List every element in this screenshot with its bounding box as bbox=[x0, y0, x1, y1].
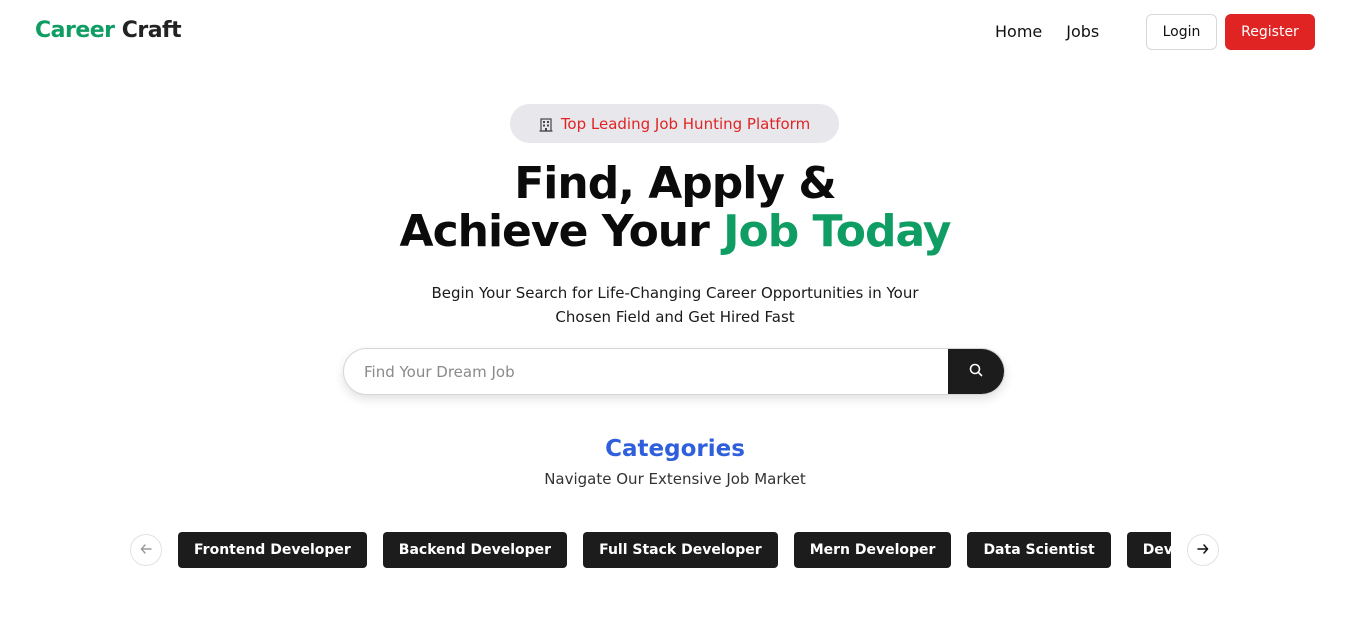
login-button[interactable]: Login bbox=[1146, 14, 1217, 50]
hero-subtitle-line1: Begin Your Search for Life-Changing Care… bbox=[431, 284, 919, 302]
category-chip[interactable]: Backend Developer bbox=[382, 532, 568, 568]
navbar: Career Craft Home Jobs Login Register bbox=[0, 0, 1350, 64]
hero-title: Find, Apply & Achieve Your Job Today bbox=[0, 160, 1350, 256]
category-chip[interactable]: Full Stack Developer bbox=[583, 532, 778, 568]
arrow-left-icon bbox=[139, 542, 153, 559]
categories-carousel: Frontend Developer Backend Developer Ful… bbox=[178, 532, 1171, 568]
nav-link-home[interactable]: Home bbox=[995, 22, 1042, 41]
hero-title-plain: Achieve Your bbox=[399, 206, 724, 257]
hero-subtitle-line2: Chosen Field and Get Hired Fast bbox=[555, 308, 795, 326]
hero-subtitle: Begin Your Search for Life-Changing Care… bbox=[375, 281, 975, 329]
search-input[interactable] bbox=[344, 349, 948, 394]
hero-title-accent: Job Today bbox=[723, 206, 951, 257]
hero-title-line1: Find, Apply & bbox=[514, 158, 837, 209]
arrow-right-icon bbox=[1196, 542, 1210, 559]
categories-subtitle: Navigate Our Extensive Job Market bbox=[544, 470, 806, 488]
building-icon bbox=[539, 117, 553, 132]
carousel-prev-button[interactable] bbox=[130, 534, 162, 566]
category-chip[interactable]: DevOps bbox=[1126, 532, 1171, 568]
hero-badge: Top Leading Job Hunting Platform bbox=[510, 104, 839, 143]
badge-text: Top Leading Job Hunting Platform bbox=[560, 114, 811, 133]
hero-title-line2: Achieve Your Job Today bbox=[0, 208, 1350, 256]
brand-part2: Craft bbox=[121, 18, 182, 43]
categories-title: Categories bbox=[605, 436, 745, 462]
search-icon bbox=[968, 362, 984, 381]
register-button[interactable]: Register bbox=[1225, 14, 1315, 50]
brand-logo[interactable]: Career Craft bbox=[35, 18, 182, 43]
nav-links: Home Jobs bbox=[995, 22, 1099, 41]
category-chip[interactable]: Frontend Developer bbox=[178, 532, 367, 568]
nav-link-jobs[interactable]: Jobs bbox=[1066, 22, 1099, 41]
brand-part1: Career bbox=[35, 18, 115, 43]
category-chip[interactable]: Data Scientist bbox=[967, 532, 1111, 568]
category-chip[interactable]: Mern Developer bbox=[793, 532, 952, 568]
categories-track: Frontend Developer Backend Developer Ful… bbox=[178, 532, 1171, 568]
search-button[interactable] bbox=[948, 349, 1004, 394]
carousel-next-button[interactable] bbox=[1187, 534, 1219, 566]
search-bar bbox=[343, 348, 1005, 395]
